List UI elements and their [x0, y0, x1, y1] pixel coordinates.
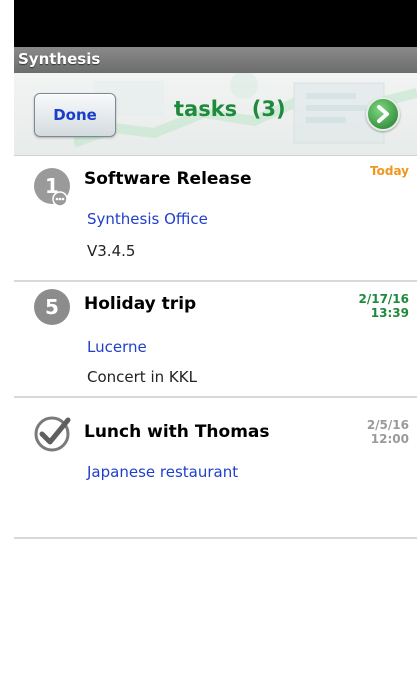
task-date: 2/5/16 12:00	[367, 418, 409, 446]
list-bottom-divider	[14, 537, 417, 539]
priority-5-icon: 5	[34, 289, 70, 325]
task-location-link[interactable]: Lucerne	[87, 338, 147, 356]
priority-5-number: 5	[45, 295, 59, 319]
priority-1-icon: 1	[34, 168, 70, 206]
status-bar	[14, 0, 417, 47]
done-button-label: Done	[53, 106, 97, 124]
task-date-label: Today	[370, 164, 409, 178]
task-date: 2/17/16 13:39	[358, 292, 409, 320]
tasks-header: Done tasks (3)	[14, 73, 417, 156]
tasks-title: tasks (3)	[174, 97, 286, 121]
task-date-day: 2/17/16	[358, 292, 409, 306]
checkmark-done-icon	[34, 416, 71, 452]
task-row-holiday-trip[interactable]: 5 Holiday trip Lucerne Concert in KKL 2/…	[14, 282, 417, 398]
app-title: Synthesis	[18, 50, 101, 68]
task-note: V3.4.5	[87, 242, 136, 260]
task-location-link[interactable]: Synthesis Office	[87, 210, 208, 228]
done-button[interactable]: Done	[34, 93, 116, 137]
task-title: Software Release	[84, 169, 252, 189]
green-right-arrow-icon	[377, 105, 389, 123]
task-note: Concert in KKL	[87, 368, 197, 386]
task-date-time: 13:39	[370, 306, 409, 320]
task-row-software-release[interactable]: 1 Software Release Synthesis Office V3.4…	[14, 156, 417, 282]
task-date-time: 12:00	[370, 432, 409, 446]
task-location-link[interactable]: Japanese restaurant	[87, 463, 238, 481]
left-edge	[0, 0, 14, 675]
app-title-bar: Synthesis	[14, 47, 417, 74]
task-row-lunch-with-thomas[interactable]: Lunch with Thomas Japanese restaurant 2/…	[14, 398, 417, 534]
task-date: Today	[370, 164, 409, 178]
next-arrow-button[interactable]	[366, 97, 400, 131]
task-title: Lunch with Thomas	[84, 422, 270, 442]
app-window: Synthesis Done tasks (3) 1 Software Rele…	[14, 0, 417, 675]
task-date-day: 2/5/16	[366, 418, 409, 432]
task-title: Holiday trip	[84, 294, 197, 314]
